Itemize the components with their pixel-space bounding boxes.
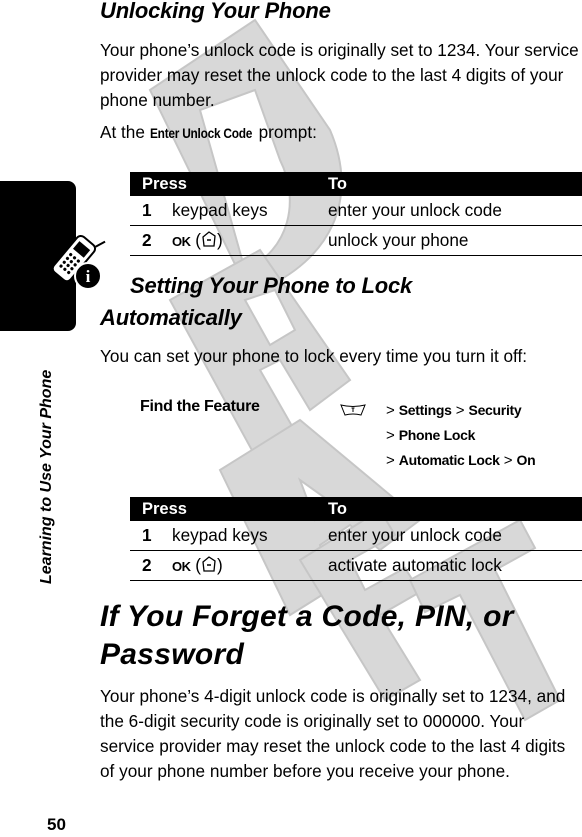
- menu-item-automatic-lock: Automatic Lock: [398, 452, 500, 468]
- menu-key-icon: [340, 404, 366, 416]
- step-press: OK (): [172, 550, 328, 581]
- find-feature-label: Find the Feature: [140, 398, 260, 415]
- center-select-key-icon: [202, 556, 216, 572]
- menu-item-security: Security: [468, 402, 522, 418]
- step-to: enter your unlock code: [328, 521, 582, 551]
- table-row: 1 keypad keys enter your unlock code: [130, 521, 582, 551]
- menu-item-settings: Settings: [398, 402, 452, 418]
- step-number: 2: [130, 550, 172, 581]
- header-to: To: [328, 172, 582, 196]
- auto-lock-steps-table: Press To 1 keypad keys enter your unlock…: [130, 497, 582, 581]
- chapter-title: Learning to Use Your Phone: [38, 369, 55, 584]
- unlock-steps-table: Press To 1 keypad keys enter your unlock…: [130, 172, 582, 256]
- table-row: 1 keypad keys enter your unlock code: [130, 196, 582, 226]
- separator: >: [455, 402, 465, 419]
- step-number: 1: [130, 521, 172, 551]
- forget-heading-line1: If You Forget a Code, PIN, or: [100, 600, 514, 633]
- unlocking-heading: Unlocking Your Phone: [100, 0, 331, 23]
- step-to: unlock your phone: [328, 225, 582, 256]
- table-row: 2 OK () activate automatic lock: [130, 550, 582, 581]
- menu-item-on: On: [516, 452, 536, 468]
- separator: >: [503, 452, 513, 469]
- unlocking-intro: Your phone’s unlock code is originally s…: [100, 40, 579, 110]
- step-to: activate automatic lock: [328, 550, 582, 581]
- auto-lock-intro: You can set your phone to lock every tim…: [100, 346, 528, 366]
- prompt-suffix: prompt:: [253, 122, 317, 142]
- step-to: enter your unlock code: [328, 196, 582, 226]
- separator: >: [386, 452, 395, 469]
- table-row: 2 OK () unlock your phone: [130, 225, 582, 256]
- step-press: keypad keys: [172, 521, 328, 551]
- phone-info-icon: i: [51, 234, 106, 290]
- step-number: 1: [130, 196, 172, 226]
- menu-item-phone-lock: Phone Lock: [398, 427, 476, 443]
- center-select-key-icon: [202, 231, 216, 247]
- chapter-title-vertical: Learning to Use Your Phone: [38, 350, 62, 602]
- header-to: To: [328, 497, 582, 521]
- forget-body: Your phone’s 4-digit unlock code is orig…: [100, 686, 566, 781]
- page-number: 50: [47, 815, 66, 834]
- auto-lock-heading-line1: Setting Your Phone to Lock: [130, 273, 413, 298]
- auto-lock-heading-line2: Automatically: [100, 305, 242, 330]
- ok-key-label: OK: [172, 559, 191, 574]
- separator: >: [386, 402, 395, 419]
- svg-text:i: i: [86, 267, 91, 286]
- prompt-term: Enter Unlock Code: [149, 125, 252, 141]
- prompt-prefix: At the: [100, 122, 150, 142]
- step-press: OK (): [172, 225, 328, 256]
- menu-path: > Settings > Security > Phone Lock > Automat…: [386, 398, 536, 473]
- step-number: 2: [130, 225, 172, 256]
- header-press: Press: [130, 172, 328, 196]
- unlock-prompt-text: At the Enter Unlock Code prompt:: [100, 120, 580, 146]
- separator: >: [386, 427, 395, 444]
- step-press: keypad keys: [172, 196, 328, 226]
- header-press: Press: [130, 497, 328, 521]
- forget-heading-line2: Password: [100, 638, 245, 671]
- ok-key-label: OK: [172, 234, 191, 249]
